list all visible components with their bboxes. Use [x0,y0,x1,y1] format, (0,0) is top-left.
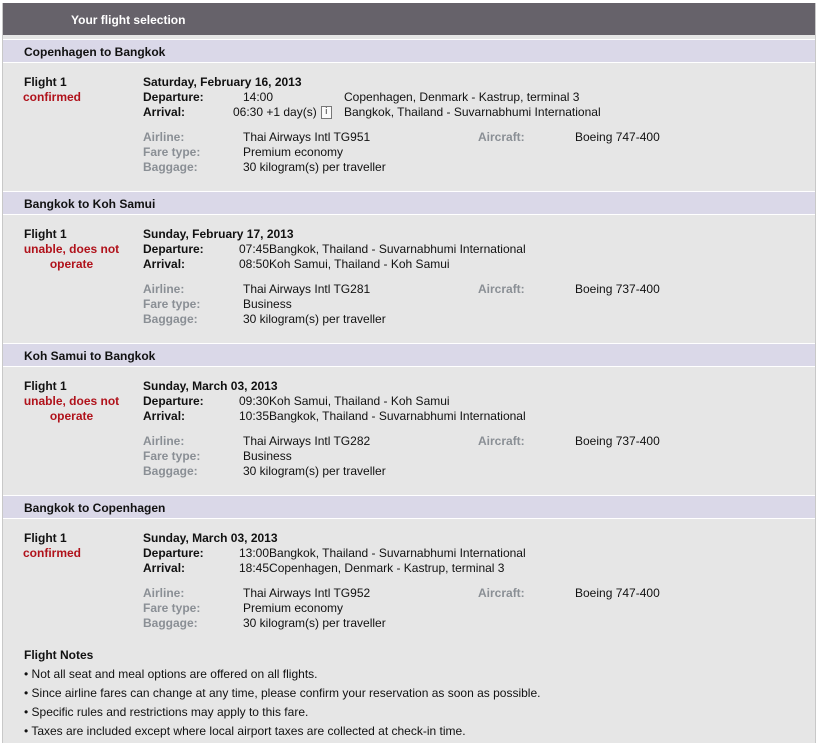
flight-notes-title: Flight Notes [24,648,94,662]
arrival-label: Arrival: [143,257,186,271]
departure-value: 13:00Bangkok, Thailand - Suvarnabhumi In… [239,546,526,560]
arrival-value: 10:35Bangkok, Thailand - Suvarnabhumi In… [239,409,526,423]
flight-note-item: • Taxes are included except where local … [24,724,466,738]
flight-note-item: • Specific rules and restrictions may ap… [24,705,309,719]
aircraft-value: Boeing 747-400 [575,130,660,144]
flight-date: Saturday, February 16, 2013 [143,75,302,89]
aircraft-value: Boeing 737-400 [575,282,660,296]
flight-status: unable, does not operate [23,394,120,423]
departure-label: Departure: [143,242,204,256]
flight-status: confirmed [23,90,82,104]
arrival-time: 06:30 +1 day(s) i [233,105,332,120]
flight-number: Flight 1 [24,227,67,241]
flight-note-item: • Since airline fares can change at any … [24,686,541,700]
flight-number: Flight 1 [24,75,67,89]
departure-value: 07:45Bangkok, Thailand - Suvarnabhumi In… [239,242,526,256]
flight-date: Sunday, March 03, 2013 [143,531,278,545]
route-header: Copenhagen to Bangkok [3,39,815,63]
flight-status: confirmed [23,546,82,560]
airline-label: Airline: [143,130,185,144]
arrival-place: Bangkok, Thailand - Suvarnabhumi Interna… [344,105,601,119]
info-icon[interactable]: i [320,106,332,120]
arrival-label: Arrival: [143,105,186,119]
flight-status: unable, does not operate [23,242,120,271]
aircraft-value: Boeing 747-400 [575,586,660,600]
route-header: Bangkok to Copenhagen [3,495,815,519]
departure-label: Departure: [143,546,204,560]
baggage-value: 30 kilogram(s) per traveller [243,312,386,326]
aircraft-label: Aircraft: [478,434,525,448]
fare-type-value: Premium economy [243,601,344,615]
fare-type-label: Fare type: [143,145,201,159]
airline-value: Thai Airways Intl TG952 [243,586,371,600]
panel-title: Your flight selection [3,3,815,35]
fare-type-value: Business [243,297,292,311]
airline-value: Thai Airways Intl TG282 [243,434,371,448]
arrival-label: Arrival: [143,409,186,423]
arrival-value: 18:45Copenhagen, Denmark - Kastrup, term… [239,561,505,575]
baggage-label: Baggage: [143,464,198,478]
fare-type-value: Business [243,449,292,463]
aircraft-label: Aircraft: [478,130,525,144]
fare-type-label: Fare type: [143,449,201,463]
fare-type-value: Premium economy [243,145,344,159]
airline-label: Airline: [143,434,185,448]
aircraft-label: Aircraft: [478,282,525,296]
fare-type-label: Fare type: [143,297,201,311]
flight-selection-panel: Your flight selection Copenhagen to Bang… [2,3,816,743]
airline-label: Airline: [143,282,185,296]
flight-date: Sunday, February 17, 2013 [143,227,294,241]
airline-value: Thai Airways Intl TG281 [243,282,371,296]
flight-number: Flight 1 [24,531,67,545]
flight-number: Flight 1 [24,379,67,393]
arrival-value: 08:50Koh Samui, Thailand - Koh Samui [239,257,450,271]
arrival-label: Arrival: [143,561,186,575]
baggage-value: 30 kilogram(s) per traveller [243,160,386,174]
flight-note-item: • Not all seat and meal options are offe… [24,667,318,681]
departure-label: Departure: [143,394,204,408]
baggage-value: 30 kilogram(s) per traveller [243,464,386,478]
route-header: Bangkok to Koh Samui [3,191,815,215]
fare-type-label: Fare type: [143,601,201,615]
departure-label: Departure: [143,90,204,104]
baggage-label: Baggage: [143,616,198,630]
baggage-value: 30 kilogram(s) per traveller [243,616,386,630]
arrival-time-text: 06:30 +1 day(s) [233,105,317,119]
flight-selection-page: Your flight selection Copenhagen to Bang… [0,0,818,743]
departure-value: 09:30Koh Samui, Thailand - Koh Samui [239,394,450,408]
departure-place: Copenhagen, Denmark - Kastrup, terminal … [344,90,580,104]
airline-value: Thai Airways Intl TG951 [243,130,371,144]
baggage-label: Baggage: [143,160,198,174]
flight-date: Sunday, March 03, 2013 [143,379,278,393]
aircraft-label: Aircraft: [478,586,525,600]
airline-label: Airline: [143,586,185,600]
baggage-label: Baggage: [143,312,198,326]
route-header: Koh Samui to Bangkok [3,343,815,367]
departure-time: 14:00 [243,90,274,104]
aircraft-value: Boeing 737-400 [575,434,660,448]
